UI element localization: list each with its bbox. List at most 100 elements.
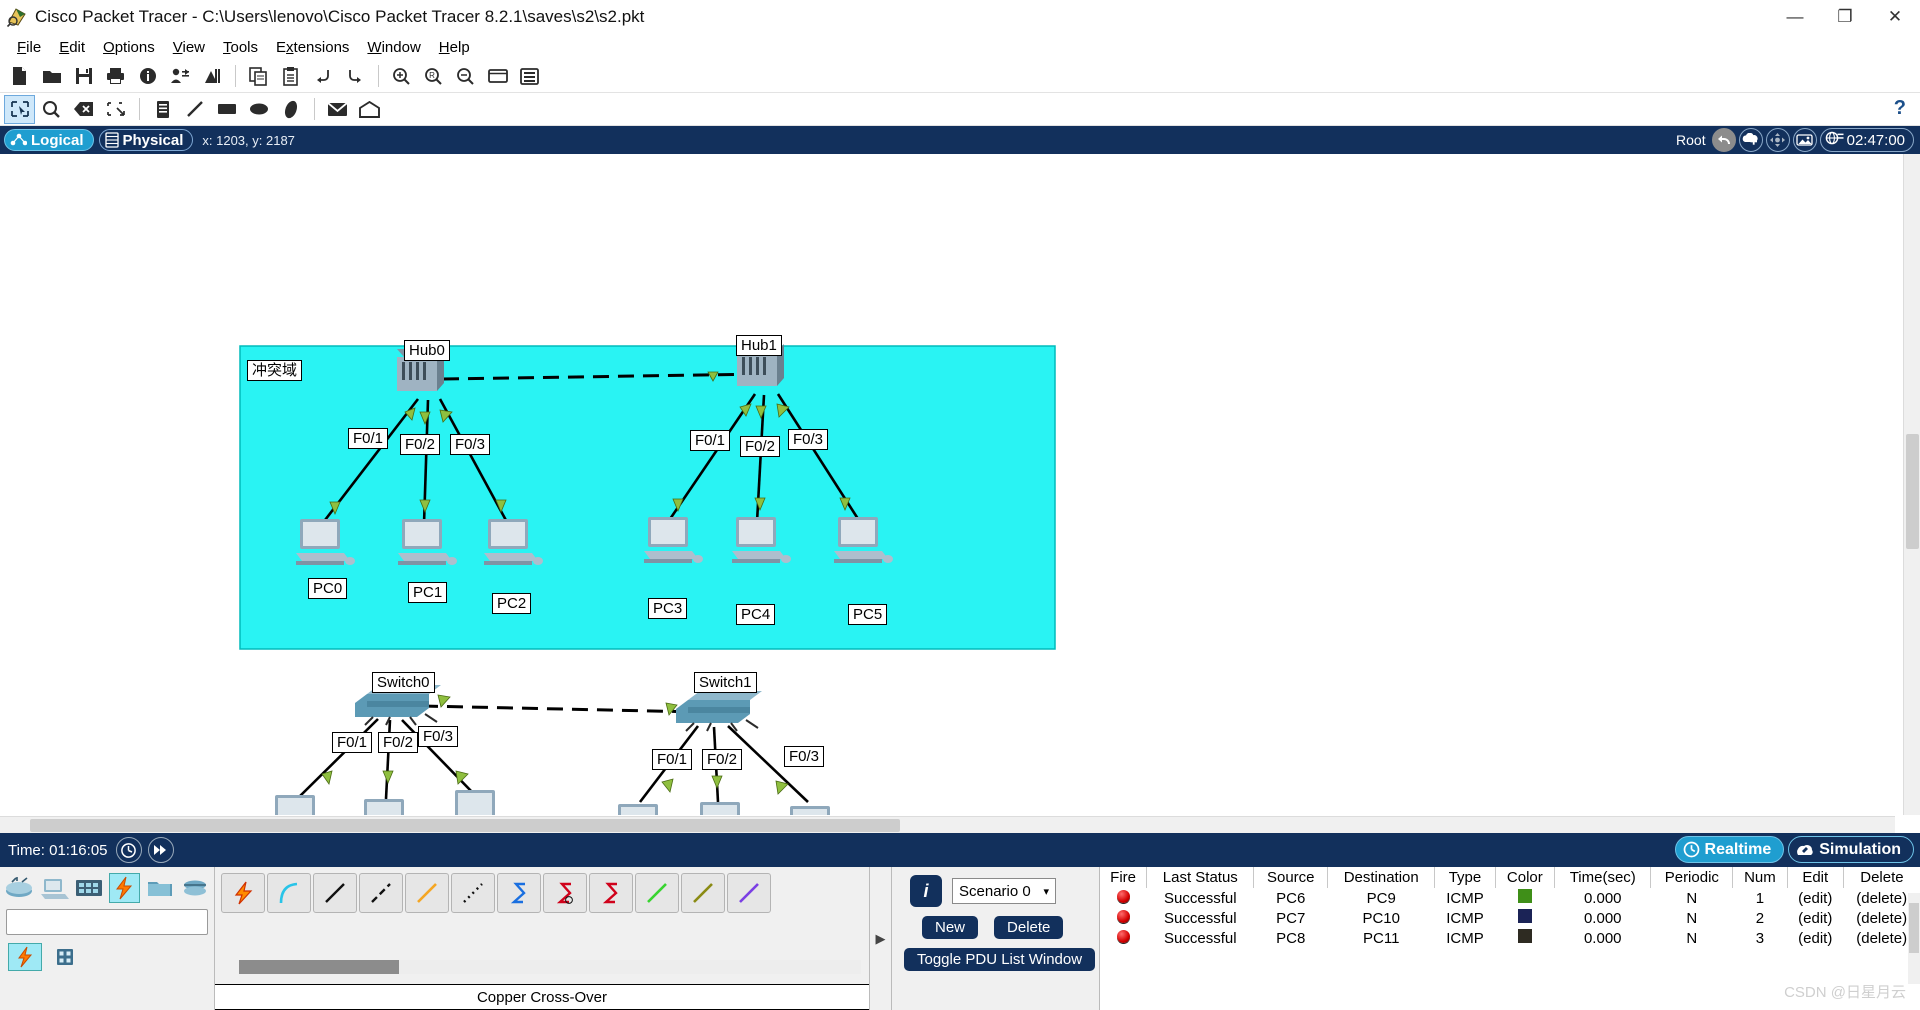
fast-forward-icon[interactable] bbox=[147, 837, 174, 863]
device-label-pc1[interactable]: PC1 bbox=[408, 582, 448, 603]
workspace-vertical-scrollbar[interactable] bbox=[1903, 154, 1920, 815]
menu-item-help[interactable]: Help bbox=[430, 37, 479, 58]
activity-wizard-icon[interactable] bbox=[132, 62, 163, 91]
toggle-pdu-list-button[interactable]: Toggle PDU List Window bbox=[904, 948, 1096, 971]
close-button[interactable]: ✕ bbox=[1870, 0, 1920, 34]
lab-icon[interactable] bbox=[196, 62, 227, 91]
custom-devices-icon[interactable] bbox=[514, 62, 545, 91]
column-time[interactable]: Time(sec) bbox=[1554, 867, 1652, 888]
pdu-scrollbar[interactable] bbox=[1908, 893, 1920, 984]
miscellaneous-icon[interactable] bbox=[144, 873, 175, 903]
octal-cable-icon[interactable] bbox=[635, 873, 679, 913]
column-color[interactable]: Color bbox=[1495, 867, 1556, 888]
edit-link[interactable]: (edit) bbox=[1787, 888, 1843, 908]
power-cycle-icon[interactable] bbox=[115, 837, 142, 863]
help-marker[interactable]: ? bbox=[1894, 97, 1906, 120]
menu-item-view[interactable]: View bbox=[164, 37, 214, 58]
fire-led-icon[interactable] bbox=[1100, 888, 1147, 908]
cluster-clock[interactable]: 02:47:00 bbox=[1819, 128, 1914, 152]
column-last-status[interactable]: Last Status bbox=[1146, 867, 1255, 888]
zoom-out-icon[interactable] bbox=[450, 62, 481, 91]
serial-dce-icon[interactable] bbox=[543, 873, 587, 913]
column-num[interactable]: Num bbox=[1732, 867, 1788, 888]
network-devices-icon[interactable] bbox=[4, 873, 35, 903]
device-pc8[interactable] bbox=[451, 790, 510, 815]
device-label-pc2[interactable]: PC2 bbox=[492, 593, 532, 614]
phone-cable-icon[interactable] bbox=[451, 873, 495, 913]
tab-logical[interactable]: Logical bbox=[4, 129, 94, 151]
device-pc10[interactable] bbox=[696, 802, 755, 815]
place-note-icon[interactable] bbox=[147, 95, 178, 124]
column-fire[interactable]: Fire bbox=[1100, 867, 1148, 888]
new-cluster-icon[interactable] bbox=[1738, 128, 1763, 152]
delete-icon[interactable] bbox=[68, 95, 99, 124]
save-icon[interactable] bbox=[68, 62, 99, 91]
info-icon[interactable]: i bbox=[910, 875, 942, 907]
draw-rectangle-icon[interactable] bbox=[211, 95, 242, 124]
open-folder-icon[interactable] bbox=[36, 62, 67, 91]
new-file-icon[interactable] bbox=[4, 62, 35, 91]
connections-icon[interactable] bbox=[108, 873, 141, 903]
undo-icon[interactable] bbox=[307, 62, 338, 91]
workspace-horizontal-scrollbar[interactable] bbox=[0, 816, 1895, 833]
column-source[interactable]: Source bbox=[1253, 867, 1329, 888]
device-label-pc0[interactable]: PC0 bbox=[308, 578, 348, 599]
ieee80211-cable-icon[interactable] bbox=[727, 873, 771, 913]
device-pc11[interactable] bbox=[786, 806, 845, 815]
redo-icon[interactable] bbox=[339, 62, 370, 91]
scrollbar-thumb[interactable] bbox=[1909, 903, 1919, 953]
mode-realtime[interactable]: Realtime bbox=[1674, 836, 1785, 863]
connections-group-icon[interactable] bbox=[8, 943, 42, 971]
back-arrow-icon[interactable] bbox=[1711, 128, 1736, 152]
column-type[interactable]: Type bbox=[1434, 867, 1496, 888]
paste-icon[interactable] bbox=[275, 62, 306, 91]
network-info-icon[interactable] bbox=[164, 62, 195, 91]
copy-icon[interactable] bbox=[243, 62, 274, 91]
device-pc6[interactable] bbox=[271, 795, 330, 815]
menu-item-tools[interactable]: Tools bbox=[214, 37, 267, 58]
automatic-connection-icon[interactable] bbox=[221, 873, 265, 913]
column-delete[interactable]: Delete bbox=[1843, 867, 1920, 888]
menu-item-window[interactable]: Window bbox=[358, 37, 429, 58]
scenario-select[interactable]: Scenario 0 ▾ bbox=[952, 878, 1056, 904]
device-label-hub0[interactable]: Hub0 bbox=[404, 340, 450, 361]
serial-dte-icon[interactable] bbox=[589, 873, 633, 913]
new-scenario-button[interactable]: New bbox=[922, 916, 979, 939]
menu-item-edit[interactable]: Edit bbox=[50, 37, 94, 58]
mode-simulation[interactable]: Simulation bbox=[1788, 836, 1914, 863]
minimize-button[interactable]: — bbox=[1770, 0, 1820, 34]
maximize-button[interactable]: ❐ bbox=[1820, 0, 1870, 34]
console-cable-icon[interactable] bbox=[267, 873, 311, 913]
column-edit[interactable]: Edit bbox=[1787, 867, 1844, 888]
menu-item-options[interactable]: Options bbox=[94, 37, 164, 58]
resize-shape-icon[interactable] bbox=[100, 95, 131, 124]
copper-straight-icon[interactable] bbox=[313, 873, 357, 913]
draw-ellipse-icon[interactable] bbox=[243, 95, 274, 124]
zoom-reset-icon[interactable]: R bbox=[418, 62, 449, 91]
zoom-in-icon[interactable] bbox=[386, 62, 417, 91]
panel-expander[interactable]: ▶ bbox=[870, 867, 892, 1010]
usb-cable-icon[interactable] bbox=[681, 873, 725, 913]
draw-freeform-icon[interactable] bbox=[275, 95, 306, 124]
simple-pdu-icon[interactable] bbox=[322, 95, 353, 124]
device-label-pc4[interactable]: PC4 bbox=[736, 604, 776, 625]
device-switch1[interactable] bbox=[676, 691, 762, 732]
device-pc9[interactable] bbox=[614, 804, 673, 815]
palette-icon[interactable] bbox=[482, 62, 513, 91]
edit-link[interactable]: (edit) bbox=[1787, 928, 1843, 948]
table-row[interactable]: Successful PC7 PC10 ICMP 0.000 N 2 (edit… bbox=[1100, 908, 1920, 928]
device-label-pc3[interactable]: PC3 bbox=[648, 598, 688, 619]
print-icon[interactable] bbox=[100, 62, 131, 91]
device-label-switch0[interactable]: Switch0 bbox=[372, 672, 435, 693]
draw-line-icon[interactable] bbox=[179, 95, 210, 124]
connection-scroll-thumb[interactable] bbox=[239, 960, 399, 974]
end-devices-icon[interactable] bbox=[39, 873, 70, 903]
fire-led-icon[interactable] bbox=[1100, 908, 1147, 928]
table-row[interactable]: Successful PC8 PC11 ICMP 0.000 N 3 (edit… bbox=[1100, 928, 1920, 948]
scrollbar-thumb[interactable] bbox=[30, 819, 900, 832]
edit-link[interactable]: (edit) bbox=[1787, 908, 1843, 928]
column-periodic[interactable]: Periodic bbox=[1650, 867, 1734, 888]
device-label-hub1[interactable]: Hub1 bbox=[736, 335, 782, 356]
grid-group-icon[interactable] bbox=[48, 943, 82, 971]
complex-pdu-icon[interactable] bbox=[354, 95, 385, 124]
